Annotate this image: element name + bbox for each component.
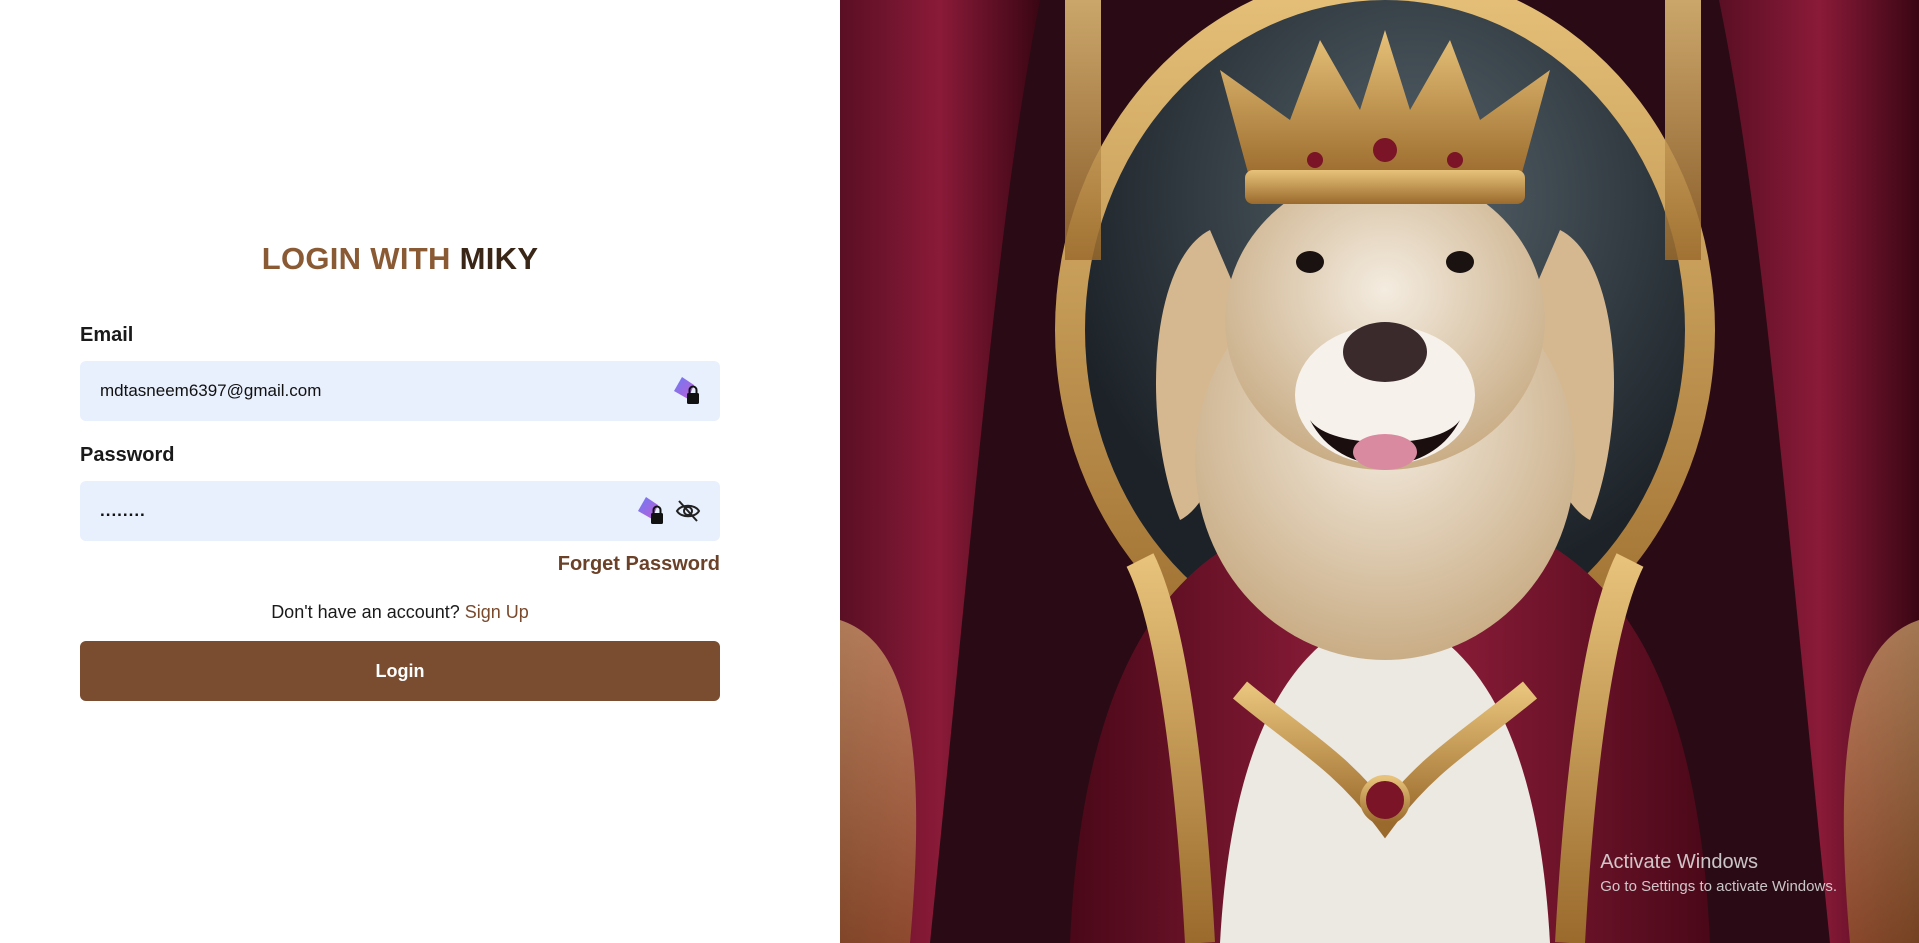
signup-prompt: Don't have an account? Sign Up: [80, 602, 720, 623]
login-page: LOGIN WITH MIKY Email Pa: [0, 0, 1919, 943]
password-manager-icon[interactable]: [670, 375, 702, 407]
login-panel: LOGIN WITH MIKY Email Pa: [0, 0, 840, 943]
signup-prompt-text: Don't have an account?: [271, 602, 465, 622]
title-prefix: LOGIN WITH: [261, 241, 460, 276]
page-title: LOGIN WITH MIKY: [0, 241, 800, 277]
password-manager-icon[interactable]: [634, 495, 666, 527]
email-field[interactable]: [100, 361, 664, 421]
title-brand: MIKY: [459, 241, 539, 276]
password-label: Password: [80, 444, 175, 466]
email-label: Email: [80, 324, 134, 346]
password-field[interactable]: [100, 481, 628, 541]
watermark-title: Activate Windows: [1600, 851, 1759, 873]
watermark-subtitle: Go to Settings to activate Windows.: [1600, 878, 1837, 895]
windows-activation-watermark: Activate Windows Go to Settings to activ…: [1600, 851, 1837, 895]
email-field-container: [80, 361, 720, 421]
signup-link[interactable]: Sign Up: [465, 602, 529, 622]
hero-image: Activate Windows Go to Settings to activ…: [840, 0, 1919, 943]
password-field-container: [80, 481, 720, 541]
login-button[interactable]: Login: [80, 641, 720, 701]
eye-off-icon[interactable]: [674, 497, 702, 525]
royal-dog-illustration: [840, 0, 1919, 943]
forget-password-link[interactable]: Forget Password: [558, 553, 720, 576]
